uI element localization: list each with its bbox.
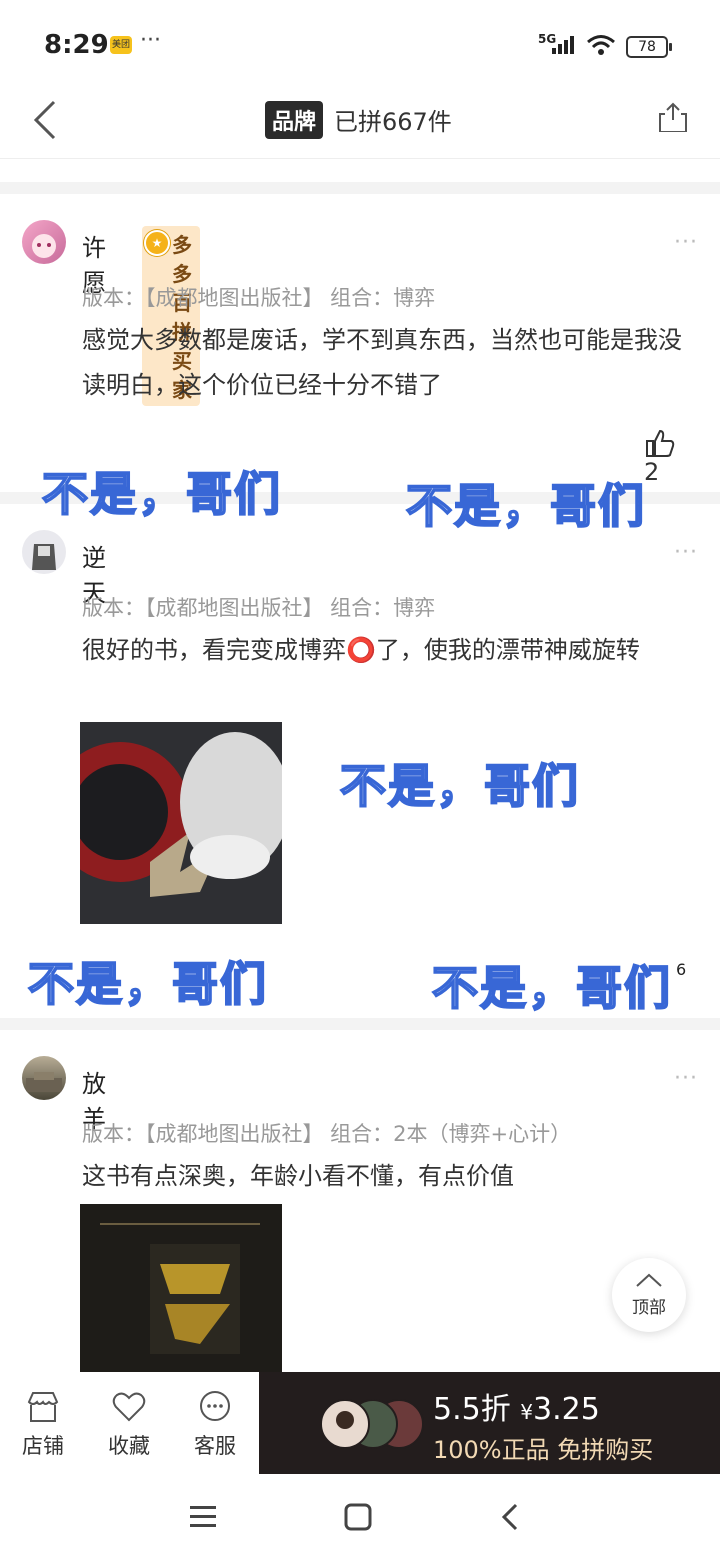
avatar[interactable] bbox=[22, 1056, 66, 1100]
review-photo[interactable] bbox=[80, 722, 282, 924]
bottom-action-bar: 店铺 收藏 客服 5.5折 ¥3.25 100%正品 免拼购买 bbox=[0, 1372, 720, 1474]
store-icon bbox=[27, 1392, 59, 1422]
back-button[interactable] bbox=[30, 98, 60, 149]
like-count: 6 bbox=[676, 960, 687, 979]
currency-symbol: ¥ bbox=[520, 1400, 533, 1424]
section-divider bbox=[0, 182, 720, 194]
more-icon[interactable]: ··· bbox=[674, 540, 698, 565]
chat-icon bbox=[200, 1391, 230, 1421]
overlay-text: 不是，哥们 bbox=[405, 478, 646, 534]
section-divider bbox=[0, 1018, 720, 1030]
price-value: 3.25 bbox=[533, 1392, 600, 1427]
battery-indicator: 78 bbox=[626, 36, 672, 58]
chevron-left-icon bbox=[33, 100, 56, 140]
discount-label: 5.5折 bbox=[433, 1392, 511, 1427]
wifi-icon bbox=[587, 35, 615, 55]
overlay-text: 不是，哥们 bbox=[27, 956, 268, 1012]
shop-tab[interactable]: 店铺 bbox=[8, 1390, 78, 1460]
chevron-up-icon bbox=[636, 1273, 662, 1287]
favorite-tab-label: 收藏 bbox=[108, 1434, 150, 1458]
signal-icon bbox=[552, 36, 574, 54]
shop-tab-label: 店铺 bbox=[22, 1434, 64, 1458]
sold-count: 已拼667件 bbox=[334, 108, 452, 136]
heart-icon bbox=[112, 1392, 146, 1422]
notification-dots: ··· bbox=[140, 28, 161, 53]
thumbs-up-icon bbox=[646, 429, 675, 457]
service-tab[interactable]: 客服 bbox=[180, 1390, 250, 1460]
back-to-top-button[interactable]: 顶部 bbox=[612, 1258, 686, 1332]
back-to-top-label: 顶部 bbox=[632, 1298, 666, 1318]
review-meta: 版本：【成都地图出版社】 组合：2本（博弈+心计） bbox=[82, 1122, 572, 1146]
meituan-app-icon: 美团 bbox=[110, 36, 132, 54]
overlay-text: 不是，哥们 bbox=[431, 960, 672, 1016]
more-icon[interactable]: ··· bbox=[674, 230, 698, 255]
system-nav-bar bbox=[0, 1474, 720, 1561]
review-text: 很好的书，看完变成博弈⭕了，使我的漂带神威旋转 bbox=[82, 636, 640, 664]
avatar[interactable] bbox=[22, 530, 66, 574]
back-nav-icon[interactable] bbox=[498, 1502, 522, 1532]
star-medal-icon: ★ bbox=[144, 230, 170, 256]
status-time: 8:29 bbox=[44, 30, 109, 60]
buyer-avatars bbox=[320, 1399, 424, 1449]
home-icon[interactable] bbox=[343, 1502, 373, 1532]
overlay-text: 不是，哥们 bbox=[339, 758, 580, 814]
review-photo[interactable] bbox=[80, 1204, 282, 1374]
brand-tag: 品牌 bbox=[265, 101, 324, 139]
status-bar: 8:29 美团 ··· 5G 78 bbox=[0, 0, 720, 90]
like-count: 2 bbox=[644, 458, 660, 486]
favorite-tab[interactable]: 收藏 bbox=[94, 1390, 164, 1460]
price-line: 5.5折 ¥3.25 bbox=[433, 1384, 600, 1428]
avatar[interactable] bbox=[22, 220, 66, 264]
menu-icon[interactable] bbox=[190, 1504, 220, 1530]
page-header: 品牌 已拼667件 bbox=[0, 84, 720, 159]
more-icon[interactable]: ··· bbox=[674, 1066, 698, 1091]
review-meta: 版本：【成都地图出版社】 组合：博弈 bbox=[82, 286, 436, 310]
like-button[interactable]: 2 bbox=[644, 428, 676, 486]
review-text: 这书有点深奥，年龄小看不懂，有点价值 bbox=[82, 1162, 514, 1190]
buy-now-button[interactable]: 5.5折 ¥3.25 100%正品 免拼购买 bbox=[259, 1372, 720, 1474]
review-meta: 版本：【成都地图出版社】 组合：博弈 bbox=[82, 596, 436, 620]
buy-subtitle: 100%正品 免拼购买 bbox=[433, 1436, 654, 1464]
overlay-text: 不是，哥们 bbox=[41, 466, 282, 522]
review-text: 感觉大多数都是废话，学不到真东西，当然也可能是我没读明白，这个价位已经十分不错了 bbox=[82, 326, 682, 399]
share-icon[interactable] bbox=[657, 100, 687, 132]
service-tab-label: 客服 bbox=[194, 1434, 236, 1458]
